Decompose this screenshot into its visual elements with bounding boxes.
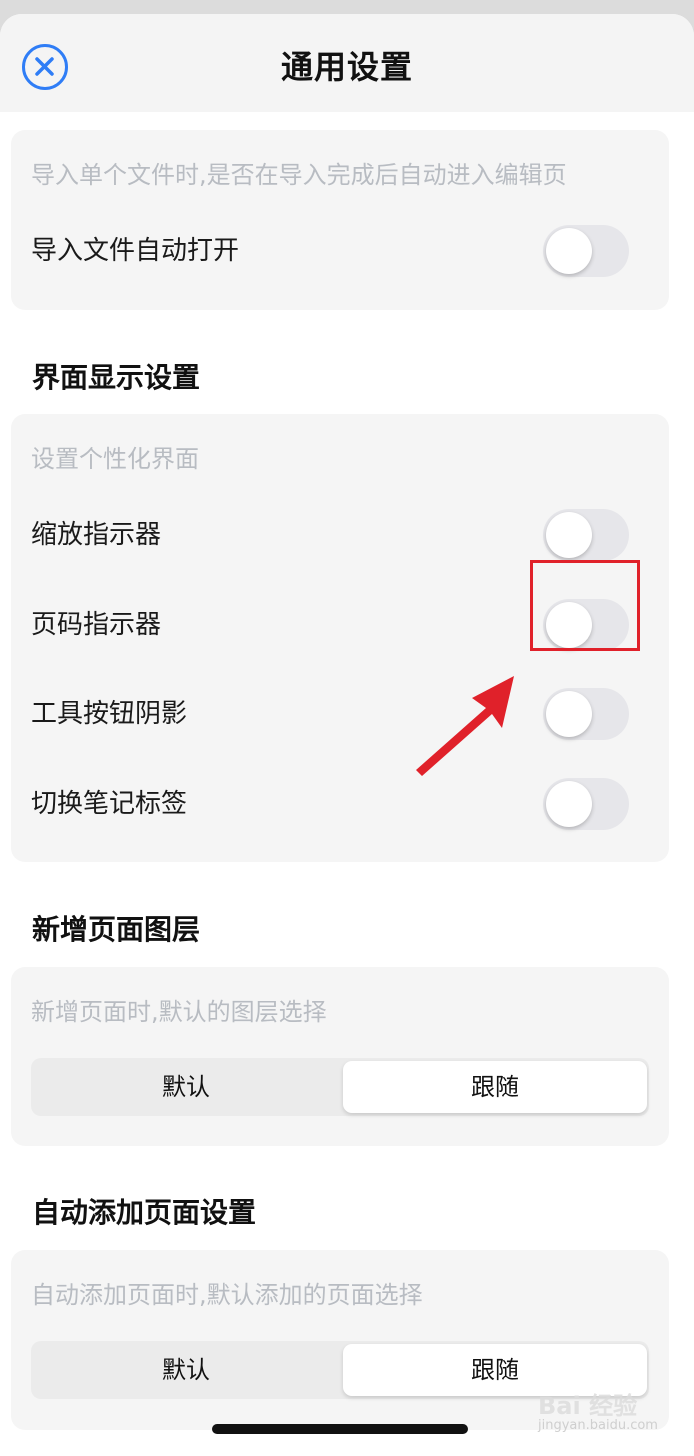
import-auto-open-toggle[interactable]: [543, 225, 629, 277]
tool-button-shadow-toggle[interactable]: [543, 688, 629, 740]
home-indicator: [212, 1424, 468, 1434]
watermark-url: jingyan.baidu.com: [538, 1418, 658, 1433]
import-auto-open-label: 导入文件自动打开: [31, 236, 240, 266]
switch-note-tabs-label: 切换笔记标签: [31, 789, 188, 819]
toggle-knob: [546, 228, 592, 274]
switch-note-tabs-toggle[interactable]: [543, 778, 629, 830]
zoom-indicator-label: 缩放指示器: [31, 520, 162, 550]
display-description: 设置个性化界面: [31, 445, 199, 473]
segment-follow[interactable]: 跟随: [343, 1061, 647, 1113]
segment-default[interactable]: 默认: [34, 1344, 338, 1396]
page-number-indicator-label: 页码指示器: [31, 610, 162, 640]
auto-add-page-description: 自动添加页面时,默认添加的页面选择: [31, 1281, 423, 1309]
display-section-title: 界面显示设置: [32, 361, 201, 394]
import-description: 导入单个文件时,是否在导入完成后自动进入编辑页: [31, 161, 567, 189]
page-title: 通用设置: [280, 48, 413, 86]
settings-sheet: 通用设置 导入单个文件时,是否在导入完成后自动进入编辑页 导入文件自动打开 界面…: [0, 14, 694, 1456]
highlight-box: [530, 560, 640, 651]
watermark-text: Bai 经验: [538, 1392, 638, 1420]
zoom-indicator-toggle[interactable]: [543, 509, 629, 561]
baidu-watermark: Bai 经验 jingyan.baidu.com: [530, 1380, 670, 1444]
import-settings-card: 导入单个文件时,是否在导入完成后自动进入编辑页 导入文件自动打开: [11, 130, 669, 310]
auto-add-page-title: 自动添加页面设置: [32, 1196, 257, 1229]
header-bar: 通用设置: [0, 14, 694, 112]
toggle-knob: [546, 781, 592, 827]
toggle-knob: [546, 512, 592, 558]
segment-default[interactable]: 默认: [34, 1061, 338, 1113]
new-page-layer-description: 新增页面时,默认的图层选择: [31, 998, 327, 1026]
toggle-knob: [546, 691, 592, 737]
new-page-layer-segmented-control: 默认 跟随: [31, 1058, 649, 1116]
arrow-up-right-icon: [416, 676, 514, 776]
new-page-layer-title: 新增页面图层: [32, 913, 201, 946]
tool-button-shadow-label: 工具按钮阴影: [31, 699, 188, 729]
new-page-layer-card: 新增页面时,默认的图层选择 默认 跟随: [11, 967, 669, 1146]
